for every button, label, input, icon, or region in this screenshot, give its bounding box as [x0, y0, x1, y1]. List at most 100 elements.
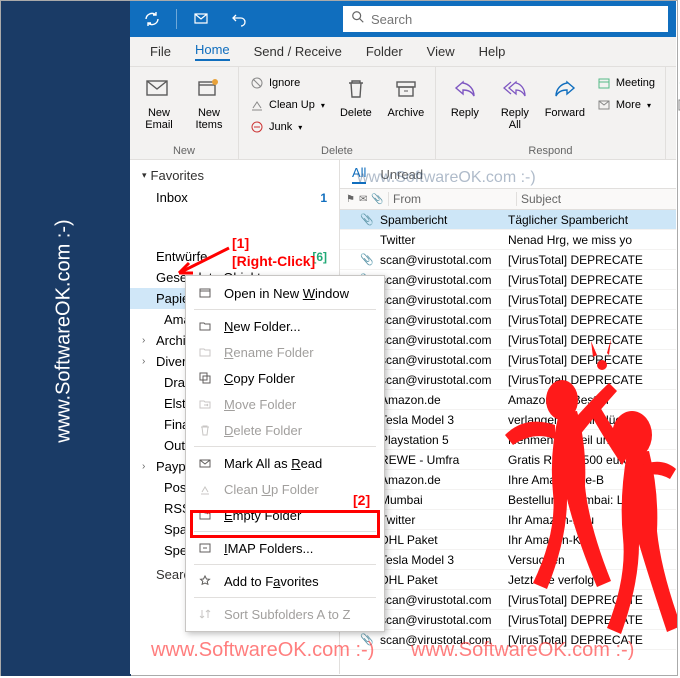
column-subject[interactable]: Subject	[516, 192, 676, 206]
message-row[interactable]: 📎SpamberichtTäglicher Spambericht	[340, 210, 676, 230]
message-subject: verlangen sie ihr glück	[504, 413, 676, 427]
reply-button[interactable]: Reply	[442, 71, 488, 119]
message-row[interactable]: 📎scan@virustotal.com[VirusTotal] DEPRECA…	[340, 330, 676, 350]
message-from: scan@virustotal.com	[376, 313, 504, 327]
message-from: Amazon.de	[376, 473, 504, 487]
folder-inbox[interactable]: Inbox 1	[130, 187, 339, 208]
create-icon	[676, 97, 680, 113]
message-row[interactable]: Tesla Model 3verlangen sie ihr glück	[340, 410, 676, 430]
message-subject: Jetzt live verfolg	[504, 573, 676, 587]
ctx-delete-folder: Delete Folder	[186, 417, 384, 443]
forward-button[interactable]: Forward	[542, 71, 588, 119]
archive-button[interactable]: Archive	[383, 71, 429, 119]
message-row[interactable]: Amazon.deAmazon.de-Bestell	[340, 390, 676, 410]
new-email-button[interactable]: New Email	[136, 71, 182, 131]
meeting-button[interactable]: Meeting	[592, 73, 659, 93]
message-from: scan@virustotal.com	[376, 253, 504, 267]
ignore-icon	[249, 75, 265, 91]
message-row[interactable]: 📎scan@virustotal.com[VirusTotal] DEPRECA…	[340, 290, 676, 310]
context-menu: Open in New Window New Folder... Rename …	[185, 275, 385, 632]
ctx-separator	[194, 531, 376, 532]
message-row[interactable]: REWE - UmfraGratis REWE 500 euro G	[340, 450, 676, 470]
message-subject: [VirusTotal] DEPRECATE	[504, 353, 676, 367]
message-row[interactable]: 📎scan@virustotal.com[VirusTotal] DEPRECA…	[340, 270, 676, 290]
message-subject: [VirusTotal] DEPRECATE	[504, 613, 676, 627]
ctx-add-favorites[interactable]: Add to Favorites	[186, 568, 384, 594]
column-from[interactable]: From	[388, 192, 516, 206]
titlebar	[130, 1, 676, 37]
message-subject: Ihr Amazon-Kau	[504, 533, 676, 547]
junk-button[interactable]: Junk▾	[245, 117, 329, 137]
more-button[interactable]: More▾	[592, 95, 659, 115]
sync-button[interactable]	[138, 5, 166, 33]
reminder-column-icon[interactable]: ✉	[359, 194, 367, 205]
message-from: scan@virustotal.com	[376, 273, 504, 287]
message-row[interactable]: 📎scan@virustotal.com[VirusTotal] DEPRECA…	[340, 610, 676, 630]
message-from: Twitter	[376, 233, 504, 247]
favorites-header[interactable]: ▾Favorites	[130, 160, 339, 187]
message-row[interactable]: TwitterIhr Amazon-Kau	[340, 510, 676, 530]
delete-button[interactable]: Delete	[333, 71, 379, 119]
message-row[interactable]: TwitterNenad Hrg, we miss yo	[340, 230, 676, 250]
message-row[interactable]: 📎scan@virustotal.com[VirusTotal] DEPRECA…	[340, 590, 676, 610]
chevron-down-icon: ▾	[298, 123, 302, 132]
ctx-imap-folders[interactable]: IMAP Folders...	[186, 535, 384, 561]
message-subject: [VirusTotal] DEPRECATE	[504, 273, 676, 287]
message-from: Spambericht	[376, 213, 504, 227]
reply-all-button[interactable]: Reply All	[492, 71, 538, 131]
tab-view[interactable]: View	[415, 37, 467, 66]
importance-column-icon[interactable]: ⚑	[346, 194, 355, 205]
message-row[interactable]: 📎scan@virustotal.com[VirusTotal] DEPRECA…	[340, 310, 676, 330]
message-row[interactable]: 📎scan@virustotal.com[VirusTotal] DEPRECA…	[340, 350, 676, 370]
tab-folder[interactable]: Folder	[354, 37, 415, 66]
ctx-sort-subfolders: Sort Subfolders A to Z	[186, 601, 384, 627]
ctx-new-folder[interactable]: New Folder...	[186, 313, 384, 339]
attachment-column-icon[interactable]: 📎	[371, 194, 383, 205]
archive-icon	[390, 73, 422, 105]
message-row[interactable]: 📎scan@virustotal.com[VirusTotal] DEPRECA…	[340, 250, 676, 270]
tab-send-receive[interactable]: Send / Receive	[242, 37, 354, 66]
ribbon-group-delete: Ignore Clean Up▾ Junk▾ Delete Archive De…	[239, 67, 436, 159]
send-all-button[interactable]	[187, 5, 215, 33]
watermark-sidebar: www.SoftwareOK.com :-)	[1, 1, 131, 676]
watermark-bottom-1: www.SoftwareOK.com :-)	[151, 639, 374, 662]
message-from: scan@virustotal.com	[376, 293, 504, 307]
cleanup-button[interactable]: Clean Up▾	[245, 95, 329, 115]
undo-button[interactable]	[225, 5, 253, 33]
msg-tab-unread[interactable]: Unread	[380, 167, 423, 182]
message-from: Twitter	[376, 513, 504, 527]
partial-button-1[interactable]	[672, 73, 680, 93]
message-row[interactable]: DHL PaketIhr Amazon-Kau	[340, 530, 676, 550]
ctx-copy-folder[interactable]: Copy Folder	[186, 365, 384, 391]
attachment-icon: 📎	[358, 213, 376, 226]
reply-all-icon	[499, 73, 531, 105]
message-row[interactable]: MumbaiBestellung Mumbai: Lie	[340, 490, 676, 510]
copy-icon	[196, 369, 214, 387]
msg-tab-all[interactable]: All	[352, 165, 366, 184]
partial-button-2[interactable]: Cre	[672, 95, 680, 115]
annotation-arrow	[171, 245, 231, 279]
message-subject: Versuchen	[504, 553, 676, 567]
search-box[interactable]	[343, 6, 668, 32]
message-list-body[interactable]: 📎SpamberichtTäglicher SpamberichtTwitter…	[340, 210, 676, 674]
message-subject: Ihr Amazon-Kau	[504, 513, 676, 527]
message-row[interactable]: DHL PaketJetzt live verfolg	[340, 570, 676, 590]
message-row[interactable]: Amazon.deIhre Amazon.de-B	[340, 470, 676, 490]
message-subject: [VirusTotal] DEPRECATE	[504, 593, 676, 607]
message-from: Tesla Model 3	[376, 413, 504, 427]
ctx-mark-all-read[interactable]: Mark All as Read	[186, 450, 384, 476]
ignore-button[interactable]: Ignore	[245, 73, 329, 93]
message-subject: [VirusTotal] DEPRECATE	[504, 253, 676, 267]
message-from: DHL Paket	[376, 573, 504, 587]
message-row[interactable]: Tesla Model 3Versuchen	[340, 550, 676, 570]
message-row[interactable]: 📎scan@virustotal.com[VirusTotal] DEPRECA…	[340, 370, 676, 390]
ctx-open-new-window[interactable]: Open in New Window	[186, 280, 384, 306]
search-input[interactable]	[371, 12, 660, 27]
tab-help[interactable]: Help	[467, 37, 518, 66]
message-from: scan@virustotal.com	[376, 353, 504, 367]
tab-home[interactable]: Home	[183, 37, 242, 66]
new-items-button[interactable]: New Items	[186, 71, 232, 131]
message-row[interactable]: Playstation 5Nehmen Sie teil und Si	[340, 430, 676, 450]
message-list-pane: All Unread ⚑ ✉ 📎 From Subject 📎Spamberic…	[340, 160, 676, 674]
tab-file[interactable]: File	[138, 37, 183, 66]
